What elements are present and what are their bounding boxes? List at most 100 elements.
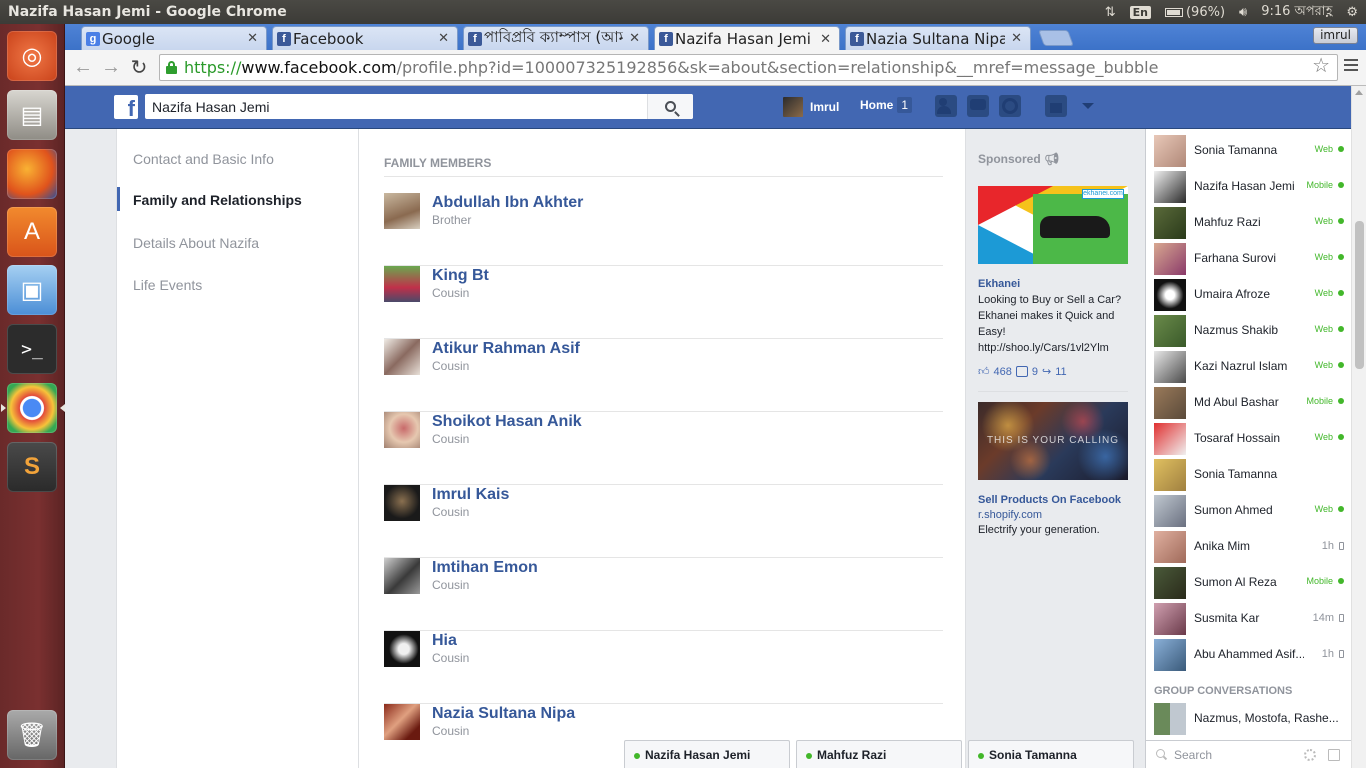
chat-tab[interactable]: Mahfuz Razi [796, 740, 962, 768]
ad-title[interactable]: Sell Products On Facebook [978, 494, 1121, 506]
member-photo[interactable] [384, 485, 420, 521]
friend-name: Farhana Surovi [1194, 251, 1277, 265]
reload-icon[interactable]: ↻ [125, 54, 153, 82]
chat-friend-item[interactable]: Abu Ahammed Asif... 1h [1146, 637, 1352, 673]
keyboard-indicator[interactable]: En [1129, 5, 1151, 19]
close-icon[interactable]: ✕ [820, 32, 831, 47]
settings-gear-icon[interactable]: ⚙ [1346, 5, 1358, 20]
home-link[interactable]: Home 1 [860, 97, 913, 113]
battery-indicator[interactable]: (96%) [1164, 5, 1225, 20]
member-name[interactable]: Hia [432, 632, 457, 650]
member-name[interactable]: Atikur Rahman Asif [432, 340, 580, 358]
chat-sidebar: Sonia Tamanna Web Nazifa Hasan Jemi Mobile M… [1145, 129, 1352, 768]
comment-icon[interactable] [1015, 366, 1028, 377]
virtualbox-icon[interactable]: ▣ [7, 265, 57, 315]
member-photo[interactable] [384, 339, 420, 375]
profile-link[interactable]: Imrul [783, 97, 839, 117]
tab-google[interactable]: g Google ✕ [81, 26, 267, 50]
chat-friend-item[interactable]: Anika Mim 1h [1146, 529, 1352, 565]
privacy-shortcuts-icon[interactable] [1045, 95, 1067, 117]
ad-domain[interactable]: r.shopify.com [978, 507, 1138, 523]
sublime-text-icon[interactable]: S [7, 442, 57, 492]
member-photo[interactable] [384, 412, 420, 448]
group-conversation-item[interactable]: Nazmus, Mostofa, Rashe... [1146, 701, 1352, 737]
tab-facebook[interactable]: f Facebook ✕ [272, 26, 458, 50]
share-icon[interactable]: ↪ [1042, 365, 1051, 378]
about-nav-details[interactable]: Details About Nazifa [133, 235, 259, 251]
member-name[interactable]: Imrul Kais [432, 486, 509, 504]
ad-title[interactable]: Ekhanei [978, 278, 1020, 290]
chat-friend-item[interactable]: Umaira Afroze Web [1146, 277, 1352, 313]
close-icon[interactable]: ✕ [438, 31, 449, 46]
notifications-globe-icon[interactable] [999, 95, 1021, 117]
clock[interactable]: 9:16 অপরাহ্ণ [1261, 2, 1332, 23]
chat-friend-item[interactable]: Md Abul Bashar Mobile [1146, 385, 1352, 421]
chat-friend-item[interactable]: Farhana Surovi Web [1146, 241, 1352, 277]
page-scrollbar[interactable] [1351, 86, 1366, 768]
tab-nazifa[interactable]: f Nazifa Hasan Jemi ✕ [654, 26, 840, 51]
chat-tab[interactable]: Sonia Tamanna [968, 740, 1134, 768]
volume-icon[interactable]: 🔊︎ [1239, 5, 1247, 20]
chat-friend-item[interactable]: Tosaraf Hossain Web [1146, 421, 1352, 457]
terminal-icon[interactable]: >_ [7, 324, 57, 374]
chat-friend-item[interactable]: Sonia Tamanna [1146, 457, 1352, 493]
friend-requests-icon[interactable] [935, 95, 957, 117]
messages-icon[interactable] [967, 95, 989, 117]
chat-friend-item[interactable]: Sumon Ahmed Web [1146, 493, 1352, 529]
search-button[interactable] [647, 94, 693, 119]
network-icon[interactable]: ⇅ [1105, 5, 1116, 20]
chat-friend-item[interactable]: Susmita Kar 14m [1146, 601, 1352, 637]
account-menu-caret-icon[interactable] [1077, 95, 1099, 117]
profile-button[interactable]: imrul [1313, 27, 1358, 44]
new-tab-button[interactable] [1038, 30, 1074, 46]
member-photo[interactable] [384, 558, 420, 594]
member-photo[interactable] [384, 631, 420, 667]
active-indicator [117, 187, 120, 211]
about-nav-contact[interactable]: Contact and Basic Info [133, 151, 274, 167]
chat-friend-item[interactable]: Nazmus Shakib Web [1146, 313, 1352, 349]
chat-friend-item[interactable]: Sonia Tamanna Web [1146, 133, 1352, 169]
new-message-icon[interactable] [1328, 749, 1340, 761]
megaphone-icon[interactable]: 📢︎ [1044, 152, 1059, 166]
scroll-up-arrow-icon[interactable] [1355, 90, 1363, 95]
files-icon[interactable]: ▤ [7, 90, 57, 140]
ad-image-ekhanei[interactable]: ekhanei.com [978, 186, 1128, 264]
tab-nazia[interactable]: f Nazia Sultana Nipa ✕ [845, 26, 1031, 50]
address-bar[interactable]: https://www.facebook.com/profile.php?id=… [159, 54, 1338, 81]
about-nav-family[interactable]: Family and Relationships [133, 192, 302, 208]
facebook-logo-icon[interactable]: f [114, 95, 138, 119]
software-center-icon[interactable]: A [7, 207, 57, 257]
ubuntu-dash-icon[interactable]: ◎ [7, 31, 57, 81]
chrome-menu-icon[interactable] [1344, 59, 1358, 71]
like-icon[interactable]: 👍︎ [978, 365, 990, 378]
ad-image-shopify[interactable]: THIS IS YOUR CALLING [978, 402, 1128, 480]
member-photo[interactable] [384, 193, 420, 229]
tab-campus[interactable]: f পাবিপ্রবি ক্যাম্পাস (আমাদে ✕ [463, 26, 649, 50]
close-icon[interactable]: ✕ [1011, 31, 1022, 46]
chat-friend-item[interactable]: Mahfuz Razi Web [1146, 205, 1352, 241]
member-photo[interactable] [384, 266, 420, 302]
forward-arrow-icon[interactable]: → [97, 54, 125, 82]
member-name[interactable]: Nazia Sultana Nipa [432, 705, 575, 723]
member-name[interactable]: Shoikot Hasan Anik [432, 413, 582, 431]
close-icon[interactable]: ✕ [629, 31, 640, 46]
chrome-icon[interactable] [1, 383, 65, 433]
about-nav-life-events[interactable]: Life Events [133, 277, 202, 293]
bookmark-star-icon[interactable]: ☆ [1312, 56, 1330, 76]
scroll-thumb[interactable] [1355, 221, 1364, 369]
close-icon[interactable]: ✕ [247, 31, 258, 46]
chat-friend-item[interactable]: Nazifa Hasan Jemi Mobile [1146, 169, 1352, 205]
firefox-icon[interactable] [7, 149, 57, 199]
chat-tab[interactable]: Nazifa Hasan Jemi [624, 740, 790, 768]
trash-icon[interactable]: 🗑︎ [7, 710, 57, 760]
chat-search-input[interactable]: Search [1146, 740, 1352, 768]
chat-friend-item[interactable]: Kazi Nazrul Islam Web [1146, 349, 1352, 385]
member-photo[interactable] [384, 704, 420, 740]
facebook-search-input[interactable]: Nazifa Hasan Jemi [145, 94, 693, 119]
member-name[interactable]: Abdullah Ibn Akhter [432, 194, 583, 212]
back-arrow-icon[interactable]: ← [69, 54, 97, 82]
chat-options-gear-icon[interactable] [1304, 749, 1316, 761]
member-name[interactable]: King Bt [432, 267, 489, 285]
member-name[interactable]: Imtihan Emon [432, 559, 538, 577]
chat-friend-item[interactable]: Sumon Al Reza Mobile [1146, 565, 1352, 601]
